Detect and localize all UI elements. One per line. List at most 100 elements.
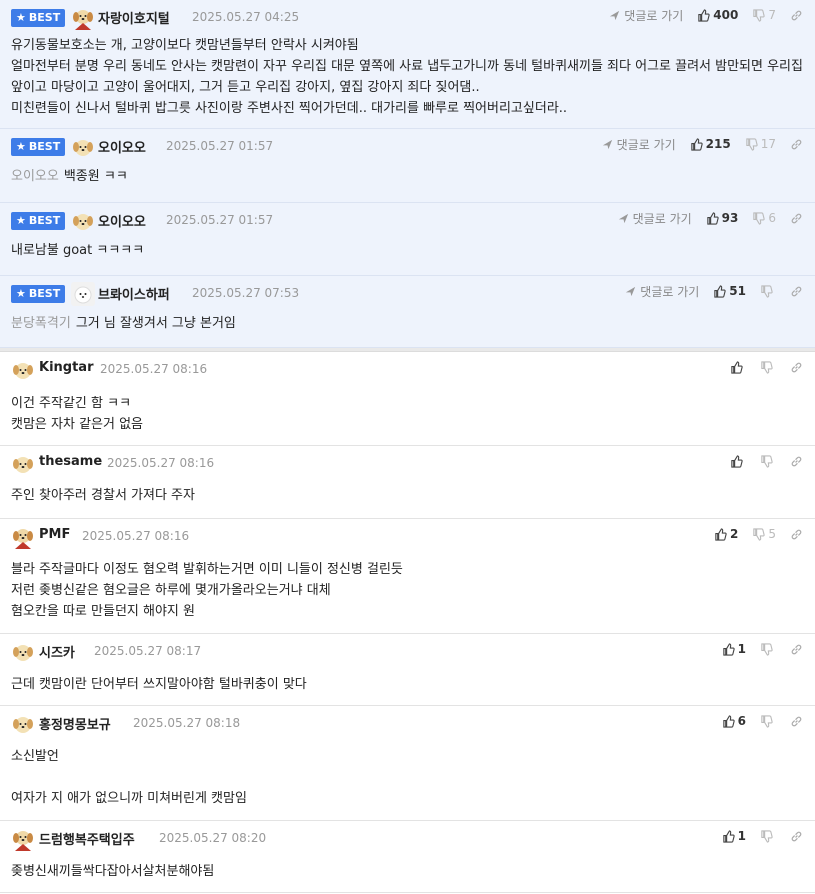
comment-body: 주인 찾아주러 경찰서 가져다 주자 [11, 488, 195, 503]
star-icon: ★ [16, 140, 26, 153]
reply-link[interactable]: 댓글로 가기 [601, 136, 676, 153]
link-button[interactable] [790, 528, 803, 541]
thumbs-down-icon [761, 360, 773, 374]
comment-date: 2025.05.27 08:20 [159, 831, 267, 845]
thumbs-up-icon [722, 829, 735, 843]
mention-tag[interactable]: 분당폭격기 [11, 316, 71, 331]
like-button[interactable]: 215 [690, 137, 731, 151]
reply-link[interactable]: 댓글로 가기 [624, 283, 699, 300]
dislike-button[interactable]: 5 [752, 527, 776, 541]
mention-tag[interactable]: 오이오오 [11, 169, 59, 184]
avatar-dog-cape-icon[interactable] [11, 525, 35, 549]
comment-author[interactable]: Kingtar [39, 360, 94, 375]
reply-link[interactable]: 댓글로 가기 [608, 7, 683, 24]
link-button[interactable] [790, 212, 803, 225]
comment-item: PMF 2025.05.27 08:16 2 5 블라 주작글마다 이정도 혐오… [0, 519, 815, 634]
comment-item: Kingtar 2025.05.27 08:16 이건 주작같긴 함 ㅋㅋ 캣맘… [0, 352, 815, 446]
avatar-dog-icon[interactable] [71, 209, 95, 233]
comment-author[interactable]: 드럼행복주택입주 [39, 829, 135, 848]
comment-author[interactable]: PMF [39, 527, 70, 542]
link-button[interactable] [790, 285, 803, 298]
comment-body: 소신발언 여자가 지 애가 없으니까 미쳐버린게 캣맘임 [11, 749, 247, 806]
avatar-dog-cape-icon[interactable] [71, 6, 95, 30]
comment-body: 이건 주작같긴 함 ㅋㅋ 캣맘은 자차 같은거 없음 [11, 396, 143, 432]
comment-author[interactable]: 브롸이스하퍼 [98, 284, 170, 303]
avatar-dog-icon[interactable] [11, 358, 35, 382]
comment-body: 오이오오 백종원 ㅋㅋ [11, 169, 128, 184]
link-button[interactable] [790, 361, 803, 374]
comment-author[interactable]: 시즈카 [39, 642, 75, 661]
comment-author[interactable]: thesame [39, 454, 102, 469]
dislike-button[interactable] [760, 714, 776, 728]
send-arrow-icon [610, 10, 620, 20]
thumbs-down-icon [761, 454, 773, 468]
like-button[interactable]: 1 [722, 642, 746, 656]
thumbs-down-icon [753, 8, 766, 22]
like-button[interactable]: 1 [722, 829, 746, 843]
thumbs-down-icon [761, 284, 773, 298]
comment-author[interactable]: 홍정명몽보규 [39, 714, 111, 733]
link-button[interactable] [790, 9, 803, 22]
like-button[interactable]: 6 [722, 714, 746, 728]
thumbs-up-icon [722, 642, 735, 656]
comment-actions: 1 [708, 827, 803, 845]
comment-actions: 6 [708, 712, 803, 730]
dislike-button[interactable] [760, 454, 776, 468]
thumbs-up-icon [715, 527, 727, 541]
dislike-button[interactable] [760, 284, 776, 298]
link-icon [791, 831, 802, 841]
dislike-button[interactable]: 7 [752, 8, 776, 22]
dislike-button[interactable] [760, 642, 776, 656]
thumbs-up-icon [714, 284, 726, 298]
dislike-button[interactable] [760, 360, 776, 374]
comment-list: ★ BEST 자랑이호지털 2025.05.27 04:25 댓글로 가기 400… [0, 0, 815, 893]
like-button[interactable] [730, 360, 746, 374]
comment-author[interactable]: 자랑이호지털 [98, 8, 170, 27]
dislike-button[interactable]: 17 [745, 137, 776, 151]
comment-item: thesame 2025.05.27 08:16 주인 찾아주러 경찰서 가져다… [0, 446, 815, 519]
avatar-dog-icon[interactable] [11, 712, 35, 736]
best-badge: ★ BEST [11, 212, 66, 230]
like-button[interactable]: 51 [713, 284, 746, 298]
link-button[interactable] [790, 830, 803, 843]
link-button[interactable] [790, 643, 803, 656]
like-button[interactable] [730, 454, 746, 468]
best-comment: ★ BEST 브롸이스하퍼 2025.05.27 07:53 댓글로 가기 51 … [0, 276, 815, 348]
avatar-dog-icon[interactable] [11, 640, 35, 664]
thumbs-up-icon [706, 211, 719, 225]
comment-author[interactable]: 오이오오 [98, 211, 146, 230]
avatar-dog-icon[interactable] [11, 452, 35, 476]
comment-date: 2025.05.27 01:57 [166, 213, 274, 227]
like-button[interactable]: 2 [714, 527, 738, 541]
dislike-button[interactable]: 6 [752, 211, 776, 225]
comment-date: 2025.05.27 01:57 [166, 139, 274, 153]
comment-body: 블라 주작글마다 이정도 혐오력 발휘하는거면 이미 니들이 정신병 걸린듯 저… [11, 562, 403, 619]
reply-link[interactable]: 댓글로 가기 [617, 210, 692, 227]
star-icon: ★ [16, 287, 26, 300]
thumbs-down-icon [761, 642, 773, 656]
comment-item: 홍정명몽보규 2025.05.27 08:18 6 소신발언 여자가 지 애가 … [0, 706, 815, 821]
link-button[interactable] [790, 138, 803, 151]
comment-author[interactable]: 오이오오 [98, 137, 146, 156]
link-icon [791, 362, 802, 372]
star-icon: ★ [16, 11, 26, 24]
comment-body: 분당폭격기 그거 님 잘생겨서 그냥 본거임 [11, 316, 236, 331]
avatar-dog-icon[interactable] [71, 135, 95, 159]
thumbs-up-icon [731, 360, 743, 374]
link-button[interactable] [790, 715, 803, 728]
like-button[interactable]: 93 [706, 211, 738, 225]
dislike-button[interactable] [760, 829, 776, 843]
avatar-dog-cape-icon[interactable] [11, 827, 35, 851]
star-icon: ★ [16, 214, 26, 227]
comment-date: 2025.05.27 08:16 [82, 529, 190, 543]
link-button[interactable] [790, 455, 803, 468]
comment-body: 근데 캣맘이란 단어부터 쓰지말아야함 털바퀴충이 맞다 [11, 677, 307, 692]
comment-actions [716, 452, 803, 470]
like-button[interactable]: 400 [697, 8, 738, 22]
send-arrow-icon [626, 286, 636, 296]
best-badge: ★ BEST [11, 285, 66, 303]
comment-date: 2025.05.27 08:17 [94, 644, 202, 658]
avatar-white-dog-icon[interactable] [71, 282, 95, 306]
comment-date: 2025.05.27 08:16 [107, 456, 215, 470]
comment-date: 2025.05.27 08:18 [133, 716, 241, 730]
